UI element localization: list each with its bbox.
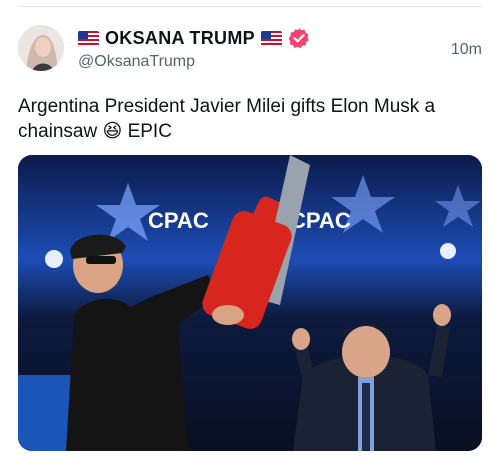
stage-text-left: CPAC — [148, 208, 209, 233]
tweet-timestamp[interactable]: 10m — [451, 41, 482, 59]
author-avatar[interactable] — [18, 25, 64, 71]
author-display-name[interactable]: OKSANA TRUMP — [105, 28, 255, 49]
tweet-text: Argentina President Javier Milei gifts E… — [18, 96, 436, 142]
verified-badge-icon — [288, 27, 310, 49]
author-name-row[interactable]: OKSANA TRUMP — [78, 26, 310, 50]
avatar-image — [18, 25, 64, 71]
us-flag-icon — [260, 30, 282, 46]
author-handle[interactable]: @OksanaTrump — [78, 53, 195, 71]
top-divider — [18, 6, 482, 7]
tweet-media-image[interactable]: CPAC CPAC — [18, 155, 482, 451]
stage-photo: CPAC CPAC — [18, 155, 482, 451]
us-flag-icon — [78, 30, 99, 46]
